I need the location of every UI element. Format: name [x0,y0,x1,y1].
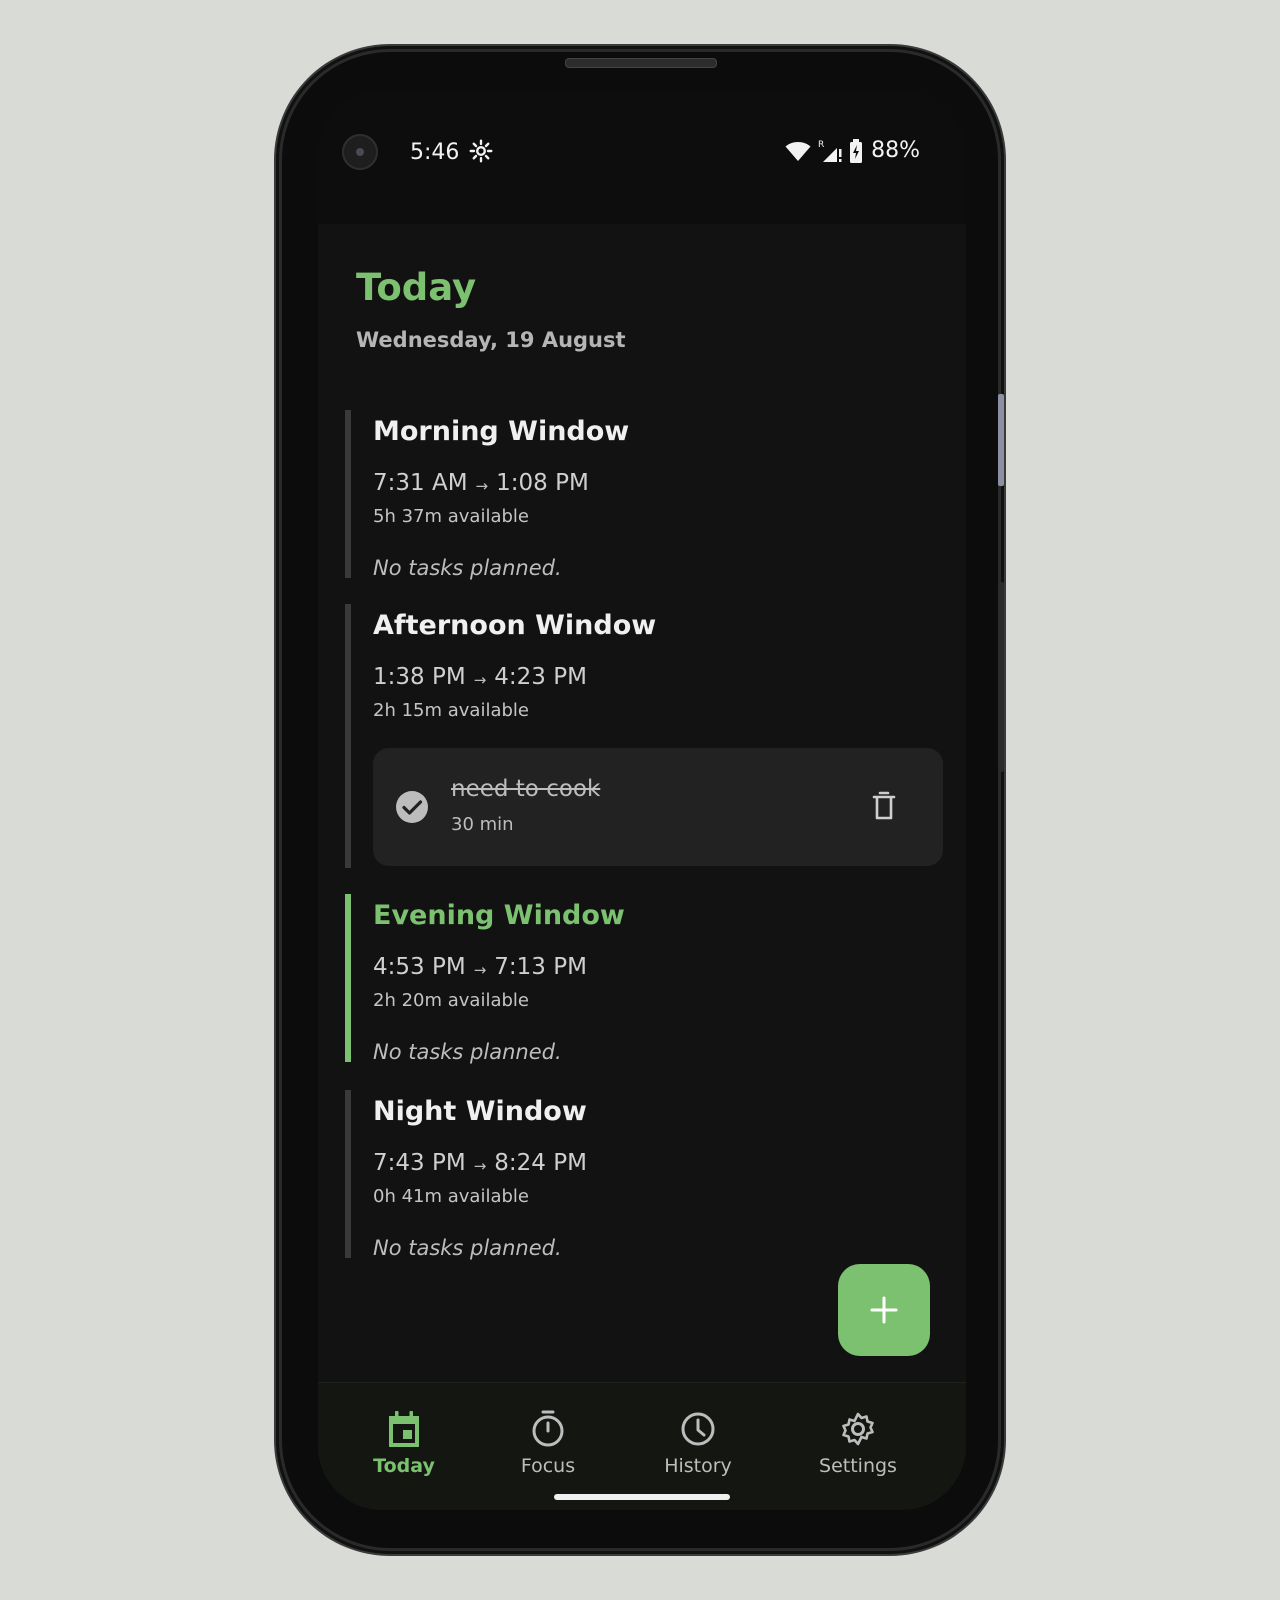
status-time: 5:46 [410,140,460,165]
nav-label: History [664,1455,732,1477]
window-end: 1:08 PM [496,470,589,496]
window-evening[interactable]: Evening Window 4:53 PM → 7:13 PM 2h 20m … [345,894,945,1064]
window-available: 0h 41m available [373,1186,529,1207]
nav-label: Today [373,1455,435,1477]
nav-settings[interactable]: Settings [788,1409,928,1477]
nav-label: Settings [819,1455,897,1477]
earpiece-speaker [565,58,717,68]
signal-icon: R [818,140,842,162]
window-morning[interactable]: Morning Window 7:31 AM → 1:08 PM 5h 37m … [345,410,945,580]
screen: 5:46 R 88% Today Wednesday, 19 August Mo… [318,90,966,1510]
phone-frame: 5:46 R 88% Today Wednesday, 19 August Mo… [282,52,1004,1548]
wifi-icon [785,141,811,161]
window-available: 2h 20m available [373,990,529,1011]
window-start: 7:31 AM [373,470,468,496]
window-empty-text: No tasks planned. [373,1236,562,1260]
arrow-icon: → [475,477,489,495]
task-card[interactable]: need to cook 30 min [373,748,943,866]
page-title: Today [356,266,477,309]
window-empty-text: No tasks planned. [373,556,562,580]
window-end: 4:23 PM [494,664,587,690]
gear-icon [469,139,493,163]
window-name: Morning Window [373,416,630,447]
window-available: 2h 15m available [373,700,529,721]
window-name: Afternoon Window [373,610,657,641]
task-duration: 30 min [451,814,514,835]
status-bar: 5:46 R 88% [318,90,966,224]
window-empty-text: No tasks planned. [373,1040,562,1064]
window-available: 5h 37m available [373,506,529,527]
window-night[interactable]: Night Window 7:43 PM → 8:24 PM 0h 41m av… [345,1090,945,1260]
trash-icon[interactable] [869,790,899,822]
front-camera [342,134,378,170]
window-start: 7:43 PM [373,1150,466,1176]
task-name: need to cook [451,776,601,802]
nav-history[interactable]: History [628,1409,768,1477]
window-name: Evening Window [373,900,625,931]
status-icons: R 88% [785,138,920,163]
add-task-button[interactable] [838,1264,930,1356]
home-indicator[interactable] [554,1494,730,1500]
window-start: 4:53 PM [373,954,466,980]
window-time-range: 1:38 PM → 4:23 PM [373,660,945,694]
window-time-range: 4:53 PM → 7:13 PM [373,950,945,984]
page-date: Wednesday, 19 August [356,328,626,352]
nav-label: Focus [520,1455,576,1477]
window-start: 1:38 PM [373,664,466,690]
arrow-icon: → [473,671,487,689]
clock-icon [681,1412,715,1446]
window-time-range: 7:43 PM → 8:24 PM [373,1146,945,1180]
window-end: 8:24 PM [494,1150,587,1176]
plus-icon [870,1296,898,1324]
nav-focus[interactable]: Focus [478,1409,618,1477]
battery-icon [850,138,863,163]
gear-icon [842,1412,874,1446]
svg-text:R: R [818,140,824,150]
timer-icon [532,1410,564,1447]
arrow-icon: → [473,961,487,979]
window-time-range: 7:31 AM → 1:08 PM [373,466,945,500]
nav-today[interactable]: Today [334,1409,474,1477]
volume-button [998,394,1004,486]
window-end: 7:13 PM [494,954,587,980]
window-afternoon[interactable]: Afternoon Window 1:38 PM → 4:23 PM 2h 15… [345,604,945,868]
window-name: Night Window [373,1096,587,1127]
bottom-navigation: Today Focus History Settings [318,1382,966,1510]
battery-percentage: 88% [871,138,920,163]
arrow-icon: → [473,1157,487,1175]
check-circle-icon[interactable] [395,790,429,824]
calendar-icon [389,1411,419,1447]
power-button [998,582,1004,772]
